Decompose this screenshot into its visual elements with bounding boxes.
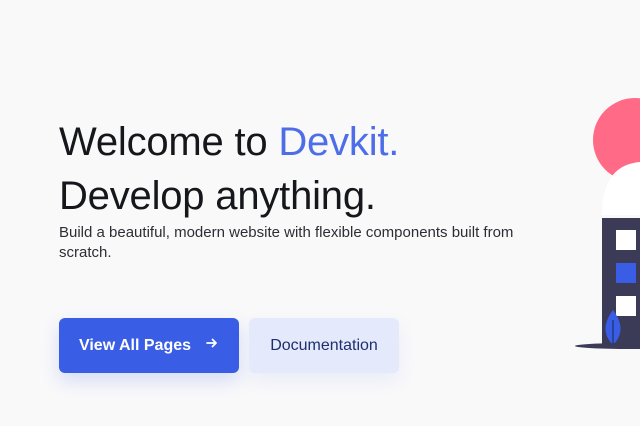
view-all-pages-label: View All Pages bbox=[78, 336, 192, 354]
hero-title: Welcome to Devkit. Develop anything. bbox=[59, 115, 399, 223]
hero-subtitle: Build a beautiful, modern website with f… bbox=[59, 224, 514, 261]
view-all-pages-button[interactable]: View All Pages bbox=[59, 318, 239, 373]
hero-title-line2: Develop anything. bbox=[59, 174, 376, 218]
documentation-button[interactable]: Documentation bbox=[249, 318, 399, 373]
building-illustration bbox=[575, 98, 640, 349]
hero-title-prefix: Welcome to bbox=[59, 120, 279, 164]
hero-title-brand: Devkit. bbox=[278, 120, 400, 164]
window-shape bbox=[616, 230, 636, 250]
ground-shadow-shape bbox=[575, 343, 640, 349]
window-shape bbox=[616, 263, 636, 283]
window-shape bbox=[616, 296, 636, 316]
hero-section: Welcome to Devkit. Develop anything. Bui… bbox=[0, 0, 640, 426]
documentation-label: Documentation bbox=[270, 336, 378, 354]
arrow-right-icon bbox=[205, 336, 219, 355]
